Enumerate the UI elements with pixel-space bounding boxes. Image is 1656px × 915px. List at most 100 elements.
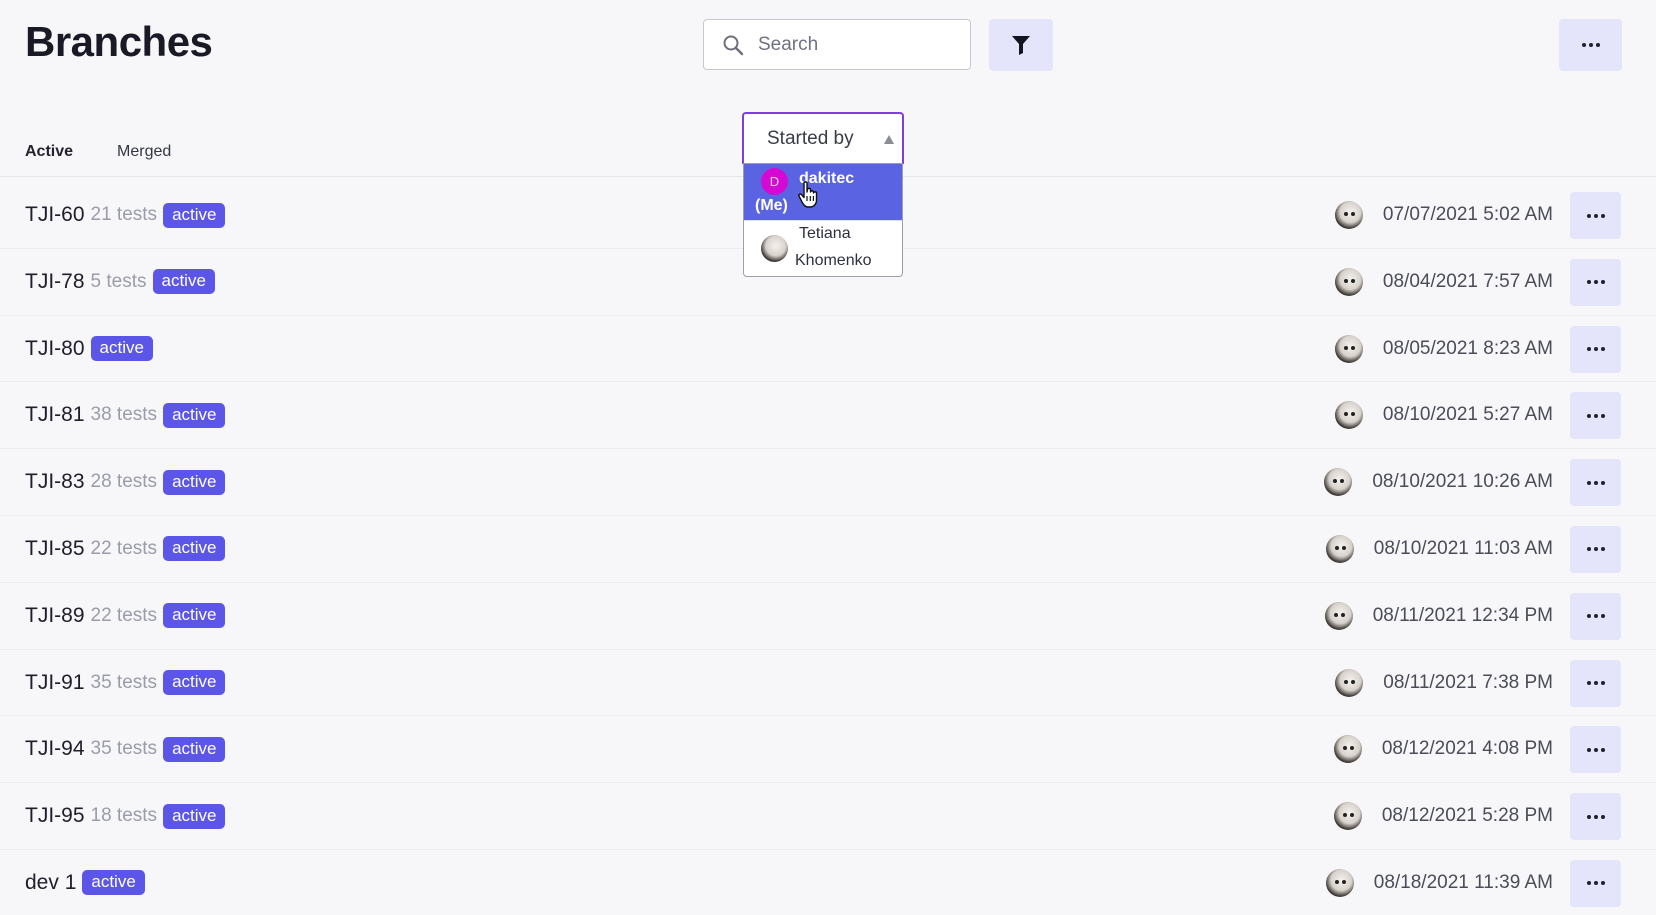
- more-horizontal-icon: [1586, 213, 1605, 218]
- started-timestamp: 08/05/2021 8:23 AM: [1382, 337, 1553, 359]
- option-name-suffix: Khomenko: [795, 252, 872, 269]
- branch-meta: 08/05/2021 8:23 AM: [1334, 316, 1553, 382]
- row-more-button[interactable]: [1570, 859, 1621, 907]
- started-by-option-tetiana[interactable]: Tetiana Khomenko: [744, 220, 902, 276]
- branch-info: TJI-81 38 tests active: [25, 382, 226, 448]
- more-horizontal-icon: [1586, 480, 1605, 485]
- branch-meta: 08/11/2021 12:34 PM: [1324, 583, 1553, 649]
- more-horizontal-icon: [1586, 681, 1605, 686]
- started-by-select[interactable]: Started by: [742, 112, 904, 164]
- started-timestamp: 07/07/2021 5:02 AM: [1382, 204, 1553, 225]
- row-more-button[interactable]: [1570, 726, 1621, 774]
- branch-meta: 08/12/2021 4:08 PM: [1333, 716, 1553, 782]
- row-more-button[interactable]: [1570, 793, 1621, 841]
- branch-info: TJI-60 21 tests active: [25, 182, 226, 248]
- avatar: [1334, 334, 1363, 363]
- branch-name[interactable]: dev 1: [25, 871, 76, 895]
- branch-name[interactable]: TJI-83: [25, 470, 85, 494]
- avatar: D: [761, 168, 788, 195]
- branch-meta: 08/18/2021 11:39 AM: [1325, 850, 1553, 915]
- status-badge: active: [163, 803, 226, 829]
- test-count: 35 tests: [90, 738, 158, 760]
- branch-row[interactable]: TJI-85 22 tests active 08/10/2021 11:03 AM: [0, 516, 1656, 583]
- row-more-button[interactable]: [1570, 325, 1621, 373]
- row-more-button[interactable]: [1570, 525, 1621, 573]
- started-timestamp: 08/10/2021 11:03 AM: [1373, 537, 1553, 559]
- pointer-cursor-icon: [797, 180, 821, 215]
- test-count: 38 tests: [90, 404, 158, 426]
- branch-name[interactable]: TJI-60: [25, 203, 85, 227]
- status-badge: active: [163, 469, 226, 495]
- row-more-button[interactable]: [1570, 392, 1621, 440]
- branch-name[interactable]: TJI-95: [25, 804, 85, 828]
- status-badge: active: [90, 336, 153, 362]
- branch-info: TJI-95 18 tests active: [25, 783, 226, 849]
- filter-icon: [1012, 36, 1030, 55]
- page-more-button[interactable]: [1559, 19, 1622, 71]
- started-timestamp: 08/11/2021 7:38 PM: [1383, 671, 1553, 693]
- branch-row[interactable]: TJI-81 38 tests active 08/10/2021 5:27 AM: [0, 382, 1656, 450]
- row-more-button[interactable]: [1570, 592, 1621, 640]
- started-timestamp: 08/12/2021 4:08 PM: [1381, 738, 1553, 760]
- started-by-label: Started by: [767, 128, 854, 149]
- started-timestamp: 08/12/2021 5:28 PM: [1381, 805, 1553, 827]
- more-horizontal-icon: [1586, 280, 1605, 285]
- branch-name[interactable]: TJI-85: [25, 537, 85, 561]
- test-count: 28 tests: [90, 471, 158, 493]
- branch-row[interactable]: TJI-91 35 tests active 08/11/2021 7:38 PM: [0, 650, 1656, 717]
- branch-info: TJI-89 22 tests active: [25, 583, 226, 649]
- started-by-menu: D dakitec (Me) Tetiana Khomenko: [743, 163, 903, 277]
- option-name-suffix: (Me): [755, 197, 788, 214]
- test-count: 21 tests: [90, 204, 158, 225]
- avatar: [1325, 534, 1354, 563]
- more-horizontal-icon: [1586, 347, 1605, 352]
- search-input[interactable]: [756, 32, 960, 57]
- started-timestamp: 08/10/2021 10:26 AM: [1372, 471, 1553, 493]
- branch-row[interactable]: TJI-89 22 tests active 08/11/2021 12:34 PM: [0, 583, 1656, 650]
- branch-row[interactable]: TJI-94 35 tests active 08/12/2021 4:08 PM: [0, 716, 1656, 784]
- row-more-button[interactable]: [1570, 659, 1621, 707]
- option-name: Tetiana: [799, 225, 851, 242]
- branch-name[interactable]: TJI-80: [25, 337, 85, 361]
- branch-name[interactable]: TJI-78: [25, 270, 85, 294]
- test-count: 22 tests: [90, 604, 158, 626]
- branch-meta: 07/07/2021 5:02 AM: [1334, 182, 1553, 248]
- avatar: [1334, 401, 1363, 430]
- branch-row[interactable]: TJI-83 28 tests active 08/10/2021 10:26 AM: [0, 449, 1656, 516]
- status-badge: active: [152, 269, 215, 295]
- started-timestamp: 08/18/2021 11:39 AM: [1373, 871, 1553, 893]
- branch-list: TJI-60 21 tests active 07/07/2021 5:02 AM TJ…: [0, 182, 1656, 915]
- branch-row[interactable]: TJI-95 18 tests active 08/12/2021 5:28 PM: [0, 783, 1656, 850]
- branch-info: TJI-83 28 tests active: [25, 449, 226, 515]
- more-horizontal-icon: [1581, 43, 1600, 47]
- branch-name[interactable]: TJI-89: [25, 604, 85, 628]
- status-badge: active: [163, 402, 226, 428]
- branch-row[interactable]: dev 1 active 08/18/2021 11:39 AM: [0, 850, 1656, 915]
- search-box[interactable]: [703, 19, 971, 70]
- row-more-button[interactable]: [1570, 459, 1621, 507]
- branch-tabs: Active Merged: [25, 143, 171, 161]
- branch-info: TJI-78 5 tests active: [25, 249, 215, 315]
- page-title: Branches: [25, 18, 213, 65]
- row-more-button[interactable]: [1570, 258, 1621, 306]
- branch-meta: 08/04/2021 7:57 AM: [1334, 249, 1553, 315]
- avatar: [1325, 868, 1354, 897]
- branch-row[interactable]: TJI-80 active 08/05/2021 8:23 AM: [0, 316, 1656, 383]
- tab-active[interactable]: Active: [25, 143, 73, 161]
- test-count: 35 tests: [90, 671, 158, 693]
- branch-name[interactable]: TJI-81: [25, 403, 85, 427]
- test-count: 5 tests: [90, 270, 147, 292]
- tab-merged[interactable]: Merged: [117, 143, 171, 161]
- started-timestamp: 08/10/2021 5:27 AM: [1382, 404, 1553, 426]
- row-more-button[interactable]: [1570, 192, 1621, 239]
- branch-name[interactable]: TJI-91: [25, 671, 85, 695]
- status-badge: active: [163, 670, 226, 696]
- branch-info: dev 1 active: [25, 850, 145, 915]
- status-badge: active: [163, 603, 226, 629]
- more-horizontal-icon: [1586, 747, 1605, 752]
- avatar: [1333, 802, 1362, 831]
- filter-button[interactable]: [989, 19, 1053, 71]
- started-by-option-dakitec[interactable]: D dakitec (Me): [744, 164, 902, 220]
- branch-name[interactable]: TJI-94: [25, 737, 85, 761]
- more-horizontal-icon: [1586, 814, 1605, 819]
